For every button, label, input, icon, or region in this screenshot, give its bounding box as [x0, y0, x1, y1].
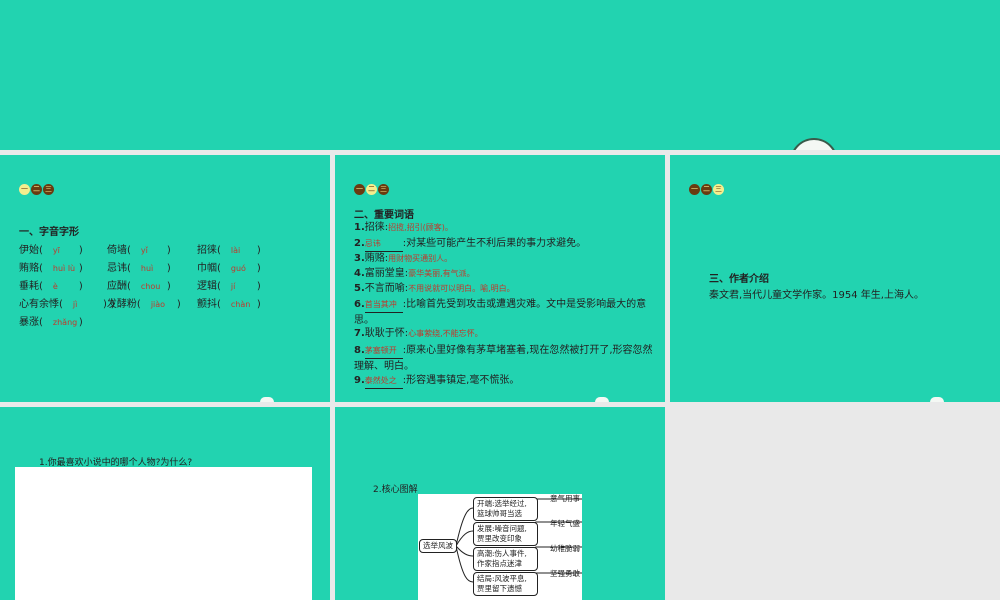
word-item: 巾帼(guó) [197, 263, 261, 274]
hill-decoration [790, 138, 838, 150]
nav-dot-2[interactable]: 二 [366, 184, 377, 195]
vocab-item: 5.不言而喻:不用说就可以明白。喻,明白。 [354, 283, 515, 294]
vocab-item: 8.茅塞顿开:原来心里好像有茅草堵塞着,现在忽然被打开了,形容忽然理解、明白。 [354, 345, 653, 372]
diagram-tag: 意气用事 [550, 494, 580, 503]
author-text: 秦文君,当代儿童文学作家。1954 年生,上海人。 [709, 290, 924, 301]
section-nav: 一二三 [19, 184, 54, 195]
nav-dot-1[interactable]: 一 [354, 184, 365, 195]
word-item: 忌讳(huì) [107, 263, 171, 274]
slide-top[interactable] [0, 0, 1000, 150]
vocab-item: 4.富丽堂皇:豪华美丽,有气派。 [354, 268, 475, 279]
diagram-tag: 幼稚脆弱 [550, 544, 580, 553]
word-item: 心有余悸(jì) [19, 299, 115, 310]
word-item: 贿赂(huì lù) [19, 263, 83, 274]
nav-dot-3[interactable]: 三 [378, 184, 389, 195]
diagram-tag: 年轻气盛 [550, 519, 580, 528]
diagram-center: 选举风波 [419, 539, 457, 553]
vocab-item: 9.泰然处之:形容遇事镇定,毫不慌张。 [354, 373, 654, 389]
word-item: 倚墙(yǐ) [107, 245, 171, 256]
word-item: 颤抖(chàn) [197, 299, 261, 310]
section-nav: 一二三 [689, 184, 724, 195]
vocab-item: 2.忌讳:对某些可能产生不利后果的事力求避免。 [354, 236, 654, 252]
nav-dot-1[interactable]: 一 [689, 184, 700, 195]
diagram-branch: 发展:噪音问题,贾里改变印象 [473, 522, 538, 546]
nav-dot-2[interactable]: 二 [31, 184, 42, 195]
section-heading: 三、作者介绍 [709, 274, 769, 285]
vocab-item: 6.首当其冲:比喻首先受到攻击或遭遇灾难。文中是受影响最大的意思。 [354, 299, 647, 326]
diagram-branch: 开端:选举经过,篮球帅哥当选 [473, 497, 538, 521]
section-nav: 一二三 [354, 184, 389, 195]
diagram-branch: 高潮:伤人事件,作家指点迷津 [473, 547, 538, 571]
hill-decoration [595, 397, 609, 402]
diagram-tag: 坚强勇敢 [550, 569, 580, 578]
vocab-item: 7.耿耿于怀:心事萦绕,不能忘怀。 [354, 328, 483, 339]
word-item: 垂耗(è) [19, 281, 83, 292]
nav-dot-3[interactable]: 三 [713, 184, 724, 195]
word-item: 招徕(lài) [197, 245, 261, 256]
nav-dot-2[interactable]: 二 [701, 184, 712, 195]
diagram-heading: 2.核心图解 [373, 485, 418, 495]
nav-dot-1[interactable]: 一 [19, 184, 30, 195]
word-item: 逻辑(jí) [197, 281, 261, 292]
vocab-item: 1.招徕:招揽,招引(顾客)。 [354, 222, 453, 233]
vocab-item: 3.贿赂:用财物买通别人。 [354, 253, 453, 264]
word-item: 应酬(chou) [107, 281, 171, 292]
diagram-branch: 结局:风波平息,贾里留下遗憾 [473, 572, 538, 596]
answer-box[interactable] [15, 467, 312, 600]
hill-decoration [930, 397, 944, 402]
word-item: 伊始(yī) [19, 245, 83, 256]
nav-dot-3[interactable]: 三 [43, 184, 54, 195]
slide-question[interactable] [0, 407, 330, 600]
word-item: )发酵粉(jiào) [103, 299, 181, 310]
question-text: 1.你最喜欢小说中的哪个人物?为什么? [39, 458, 193, 468]
word-item: 暴涨(zhǎng) [19, 317, 83, 328]
section-heading: 一、字音字形 [19, 227, 79, 238]
section-heading: 二、重要词语 [354, 210, 414, 221]
hill-decoration [260, 397, 274, 402]
